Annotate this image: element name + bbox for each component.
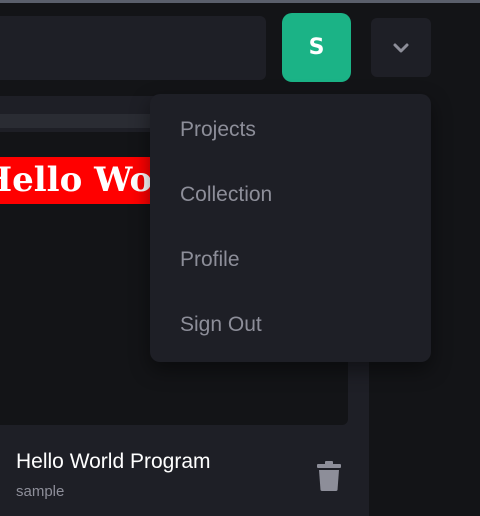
search-input[interactable] [0, 16, 266, 80]
project-title[interactable]: Hello World Program [16, 450, 211, 474]
menu-item-profile[interactable]: Profile [180, 240, 410, 280]
user-avatar[interactable]: S [282, 13, 351, 82]
window-top-border [0, 0, 480, 3]
preview-heading: Hello World [0, 157, 162, 204]
menu-toggle-button[interactable] [371, 18, 431, 77]
menu-item-collection[interactable]: Collection [180, 175, 410, 215]
menu-item-projects[interactable]: Projects [180, 110, 410, 150]
avatar-initial: S [308, 35, 325, 60]
project-subtitle: sample [16, 483, 65, 500]
account-dropdown-menu: Projects Collection Profile Sign Out [150, 94, 431, 362]
menu-item-sign-out[interactable]: Sign Out [180, 305, 410, 345]
trash-icon[interactable] [317, 461, 341, 491]
chevron-down-icon [393, 43, 409, 52]
